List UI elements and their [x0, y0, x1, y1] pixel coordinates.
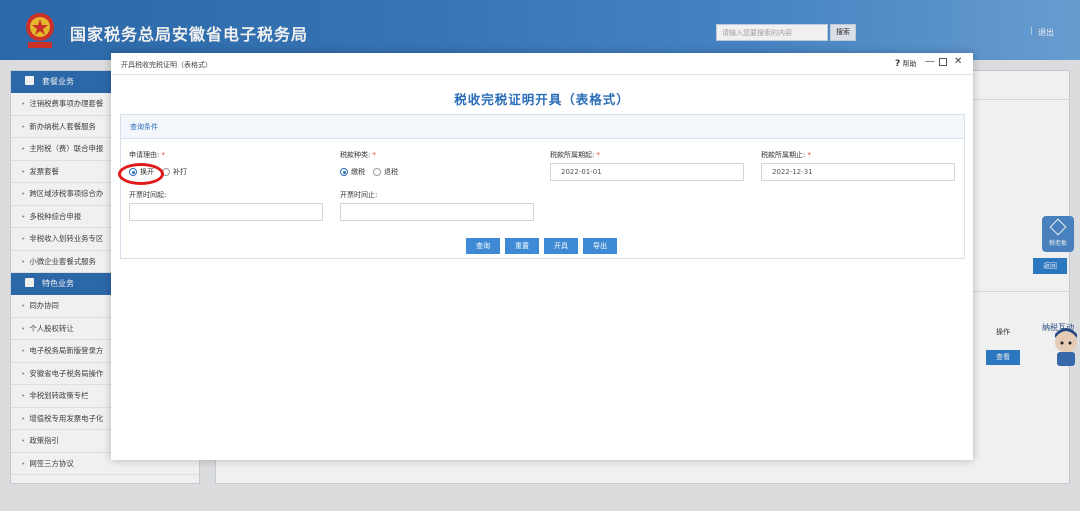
tax-type-radio-group: 缴税 退税 — [340, 167, 406, 177]
required-mark: * — [161, 151, 165, 159]
export-button[interactable]: 导出 — [583, 238, 617, 254]
tax-type-option-label[interactable]: 缴税 — [351, 167, 365, 177]
period-end-label: 税款所属期止: * — [761, 150, 811, 160]
help-icon: ? — [895, 59, 901, 69]
reset-button[interactable]: 重置 — [505, 238, 539, 254]
reason-label-text: 申请理由: — [129, 151, 160, 159]
action-button-row: 查询 重置 开具 导出 — [466, 238, 622, 254]
reason-label: 申请理由: * — [129, 150, 165, 160]
help-button[interactable]: ? 帮助 — [895, 59, 916, 69]
period-start-label: 税款所属期起: * — [550, 150, 600, 160]
period-end-label-text: 税款所属期止: — [761, 151, 806, 159]
close-icon[interactable]: ✕ — [954, 56, 962, 67]
tax-type-option-label[interactable]: 退税 — [384, 167, 398, 177]
minimize-icon[interactable]: — — [925, 56, 935, 67]
query-button[interactable]: 查询 — [466, 238, 500, 254]
tax-type-radio-refund[interactable] — [373, 168, 381, 176]
reason-option-label[interactable]: 补打 — [173, 167, 187, 177]
maximize-icon[interactable] — [939, 58, 947, 66]
highlight-annotation-circle — [118, 163, 164, 185]
required-mark: * — [807, 151, 811, 159]
required-mark: * — [596, 151, 600, 159]
period-start-input[interactable]: 2022-01-01 — [550, 163, 744, 181]
issue-button[interactable]: 开具 — [544, 238, 578, 254]
help-label: 帮助 — [902, 60, 917, 68]
issue-end-input[interactable] — [340, 203, 534, 221]
period-end-input[interactable]: 2022-12-31 — [761, 163, 955, 181]
tax-type-label: 税款种类: * — [340, 150, 376, 160]
period-start-label-text: 税款所属期起: — [550, 151, 595, 159]
tax-type-radio-pay[interactable] — [340, 168, 348, 176]
required-mark: * — [372, 151, 376, 159]
issue-end-label: 开票时间止: — [340, 191, 378, 199]
dialog-title: 开具税收完税证明（表格式） — [121, 61, 212, 69]
query-conditions-title: 查询条件 — [121, 115, 964, 139]
issue-start-input[interactable] — [129, 203, 323, 221]
dialog-titlebar: 开具税收完税证明（表格式） ? 帮助 — ✕ — [111, 53, 973, 75]
issue-start-label: 开票时间起: — [129, 191, 167, 199]
tax-type-label-text: 税款种类: — [340, 151, 371, 159]
form-title: 税收完税证明开具（表格式） — [454, 92, 630, 107]
tax-certificate-dialog: 开具税收完税证明（表格式） ? 帮助 — ✕ 税收完税证明开具（表格式） 查询条… — [111, 53, 973, 460]
